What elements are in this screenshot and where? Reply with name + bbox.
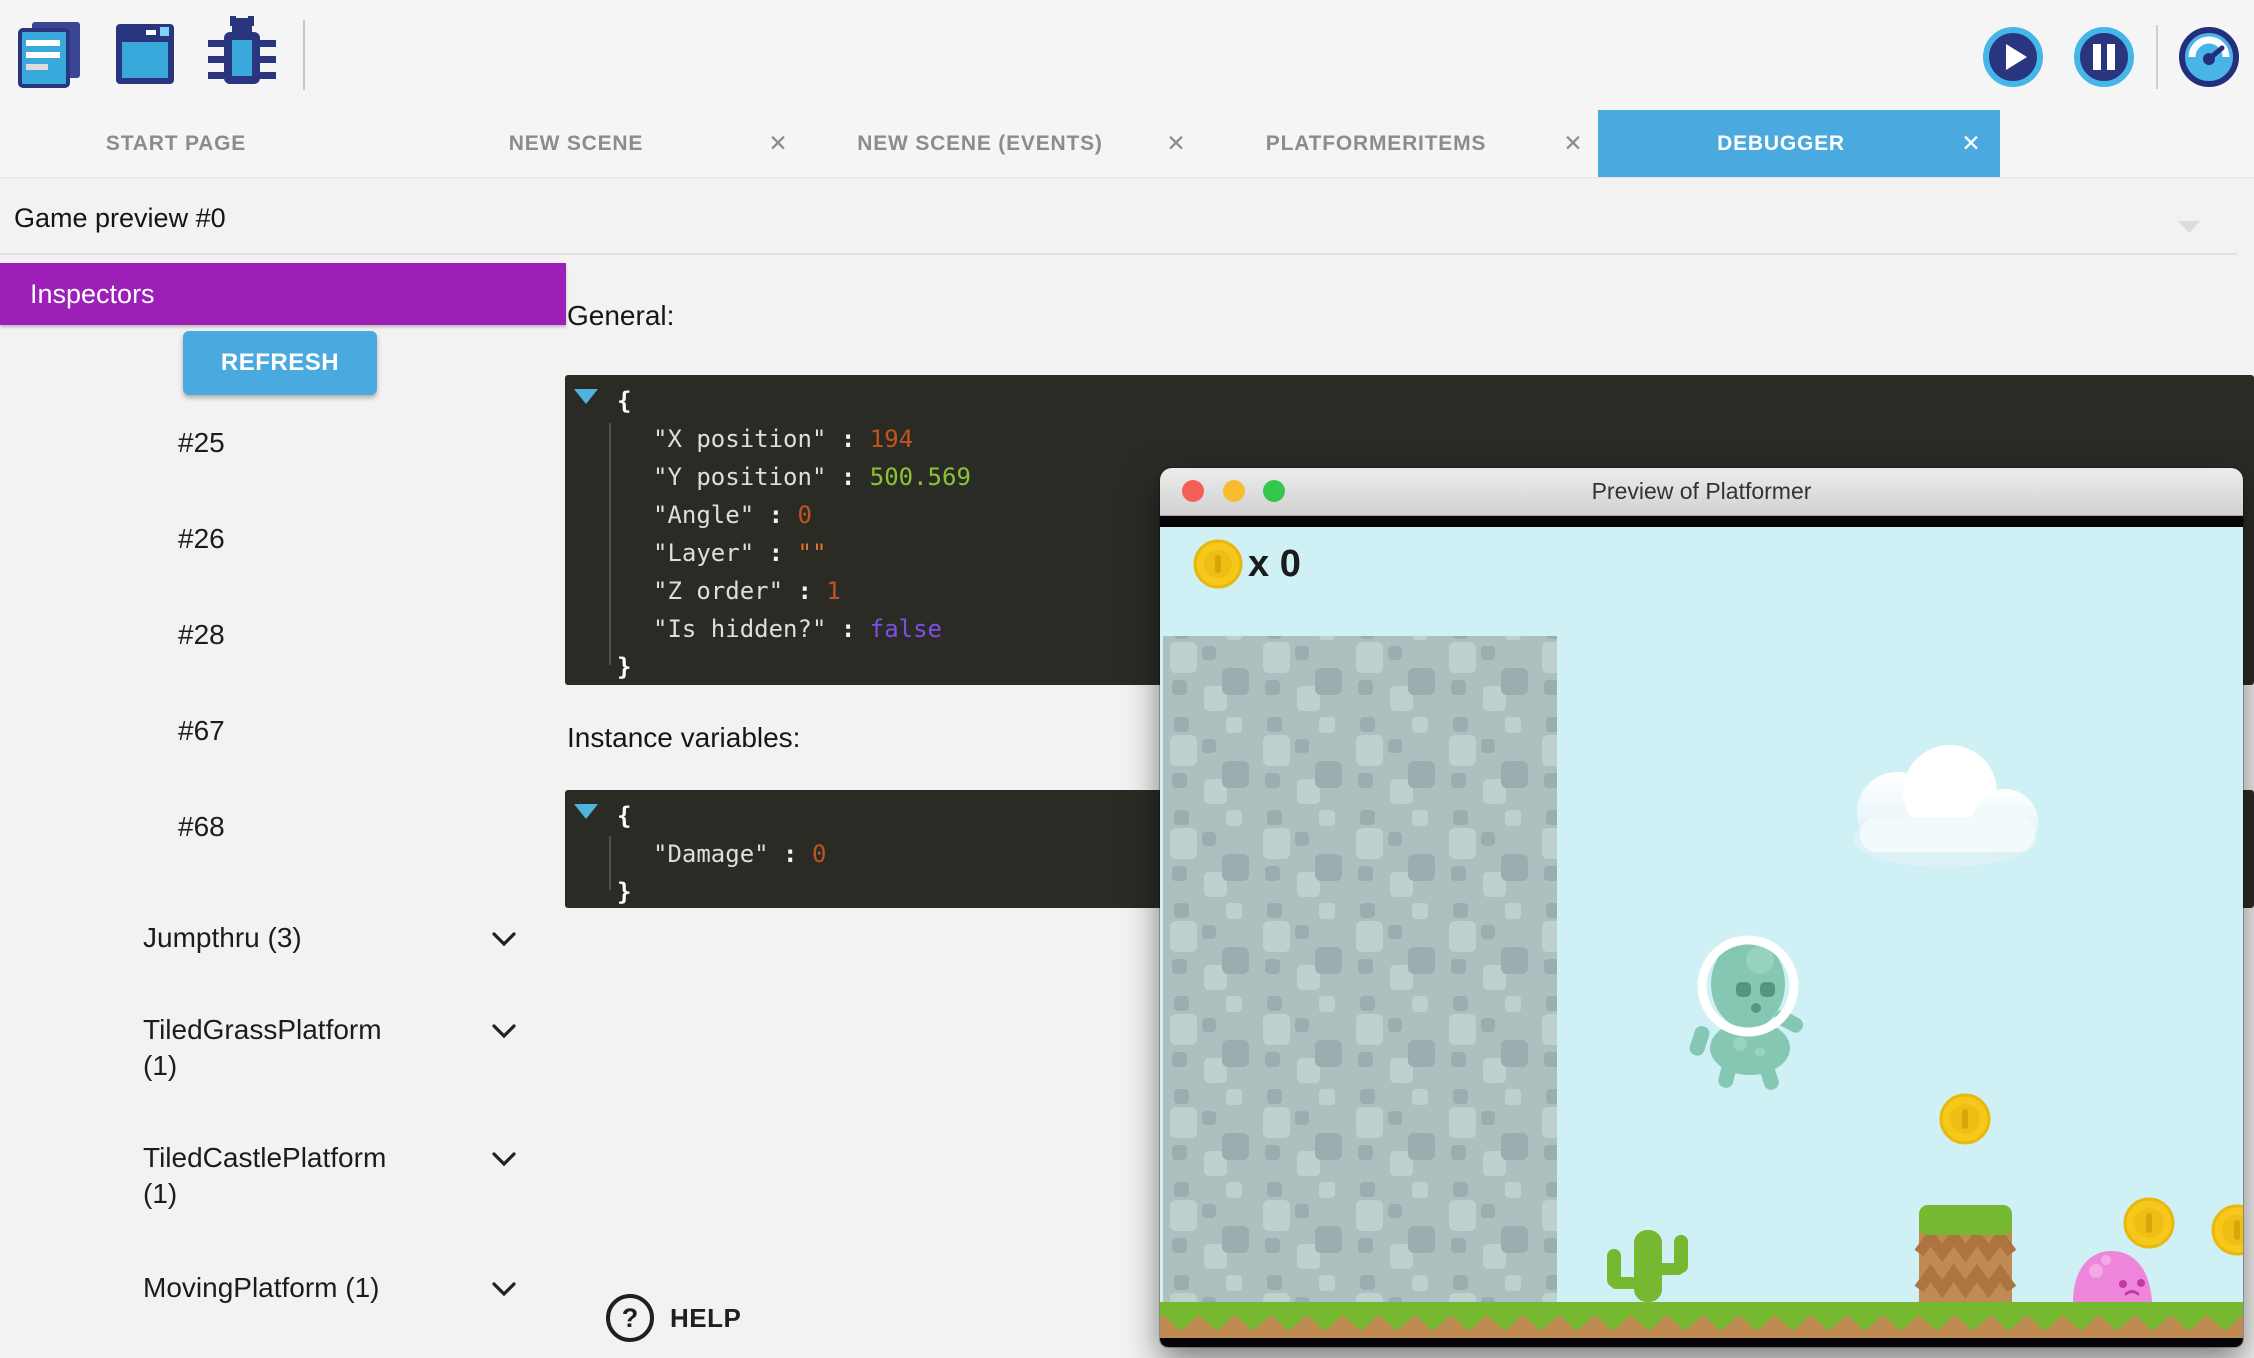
- tab-platformeritems[interactable]: PLATFORMERITEMS: [1266, 110, 1486, 177]
- tab-new-scene-close-icon[interactable]: ✕: [768, 110, 787, 177]
- group-tiledcastleplatform[interactable]: TiledCastlePlatform (1): [143, 1140, 415, 1212]
- preview-window: Preview of Platformer: [1160, 468, 2243, 1347]
- ground: [1160, 1302, 2243, 1338]
- profiler-gauge-button[interactable]: [2178, 26, 2240, 93]
- tab-platformeritems-close-icon[interactable]: ✕: [1563, 110, 1582, 177]
- tab-new-scene[interactable]: NEW SCENE: [509, 110, 643, 177]
- gdevelop-app: START PAGE NEW SCENE ✕ NEW SCENE (EVENTS…: [0, 0, 2254, 1358]
- tab-debugger-active[interactable]: DEBUGGER ✕: [1598, 110, 2000, 177]
- selector-caret-icon[interactable]: [2178, 221, 2200, 233]
- help-button[interactable]: ? HELP: [606, 1294, 741, 1342]
- indent-guide: [609, 423, 611, 665]
- selector-divider: [0, 253, 2237, 255]
- hud-coin-icon: [1195, 541, 1241, 587]
- chevron-down-icon[interactable]: [489, 1144, 519, 1174]
- game-canvas[interactable]: x 0: [1160, 527, 2243, 1338]
- open-brace: {: [617, 382, 2254, 420]
- coin: [2125, 1199, 2173, 1247]
- tab-new-scene-events-close-icon[interactable]: ✕: [1166, 110, 1185, 177]
- castle-wall: [1163, 636, 1557, 1302]
- window-inner-edge: [1160, 516, 2243, 527]
- chevron-down-icon[interactable]: [489, 1274, 519, 1304]
- toolbar-divider-2: [2156, 25, 2158, 89]
- chevron-down-icon[interactable]: [489, 924, 519, 954]
- instance-item-26[interactable]: #26: [178, 521, 225, 557]
- toolbar-divider: [303, 20, 305, 90]
- preview-window-title: Preview of Platformer: [1160, 468, 2243, 515]
- game-preview-selector[interactable]: Game preview #0: [14, 203, 226, 234]
- coin-counter: x 0: [1248, 543, 1301, 586]
- grass-platform-block: [1919, 1205, 2012, 1302]
- preview-window-titlebar[interactable]: Preview of Platformer: [1160, 468, 2243, 516]
- collapse-triangle-icon[interactable]: [574, 389, 598, 404]
- play-button[interactable]: [1982, 26, 2044, 93]
- group-movingplatform[interactable]: MovingPlatform (1): [143, 1270, 415, 1306]
- group-jumpthru[interactable]: Jumpthru (3): [143, 920, 415, 956]
- tab-debugger-close-icon[interactable]: ✕: [1961, 110, 1980, 177]
- general-section-label: General:: [567, 300, 674, 332]
- instance-item-25[interactable]: #25: [178, 425, 225, 461]
- tab-start-page[interactable]: START PAGE: [106, 110, 246, 177]
- project-manager-icon[interactable]: [16, 14, 84, 99]
- instance-item-28[interactable]: #28: [178, 617, 225, 653]
- json-line-x-position: "X position" : 194: [653, 420, 2254, 458]
- tab-new-scene-events[interactable]: NEW SCENE (EVENTS): [857, 110, 1102, 177]
- pause-button[interactable]: [2073, 26, 2135, 93]
- chevron-down-icon[interactable]: [489, 1016, 519, 1046]
- window-bottom-edge: [1160, 1338, 2243, 1347]
- indent-guide: [609, 836, 611, 890]
- window-icon[interactable]: [112, 14, 178, 99]
- refresh-button[interactable]: REFRESH: [183, 331, 377, 395]
- top-toolbar: [0, 0, 2254, 110]
- inspectors-title: Inspectors: [30, 263, 155, 325]
- game-scene: [1160, 527, 2243, 1338]
- tab-debugger-label: DEBUGGER: [1717, 110, 1845, 177]
- help-label: HELP: [670, 1303, 741, 1334]
- collapse-triangle-icon[interactable]: [574, 804, 598, 819]
- coin: [1941, 1095, 1989, 1143]
- debugger-bug-icon[interactable]: [206, 14, 278, 103]
- instance-item-67[interactable]: #67: [178, 713, 225, 749]
- instance-variables-label: Instance variables:: [567, 722, 800, 754]
- question-mark-icon: ?: [606, 1294, 654, 1342]
- inspectors-header: Inspectors: [0, 263, 566, 325]
- group-tiledgrassplatform[interactable]: TiledGrassPlatform (1): [143, 1012, 415, 1084]
- instance-item-68[interactable]: #68: [178, 809, 225, 845]
